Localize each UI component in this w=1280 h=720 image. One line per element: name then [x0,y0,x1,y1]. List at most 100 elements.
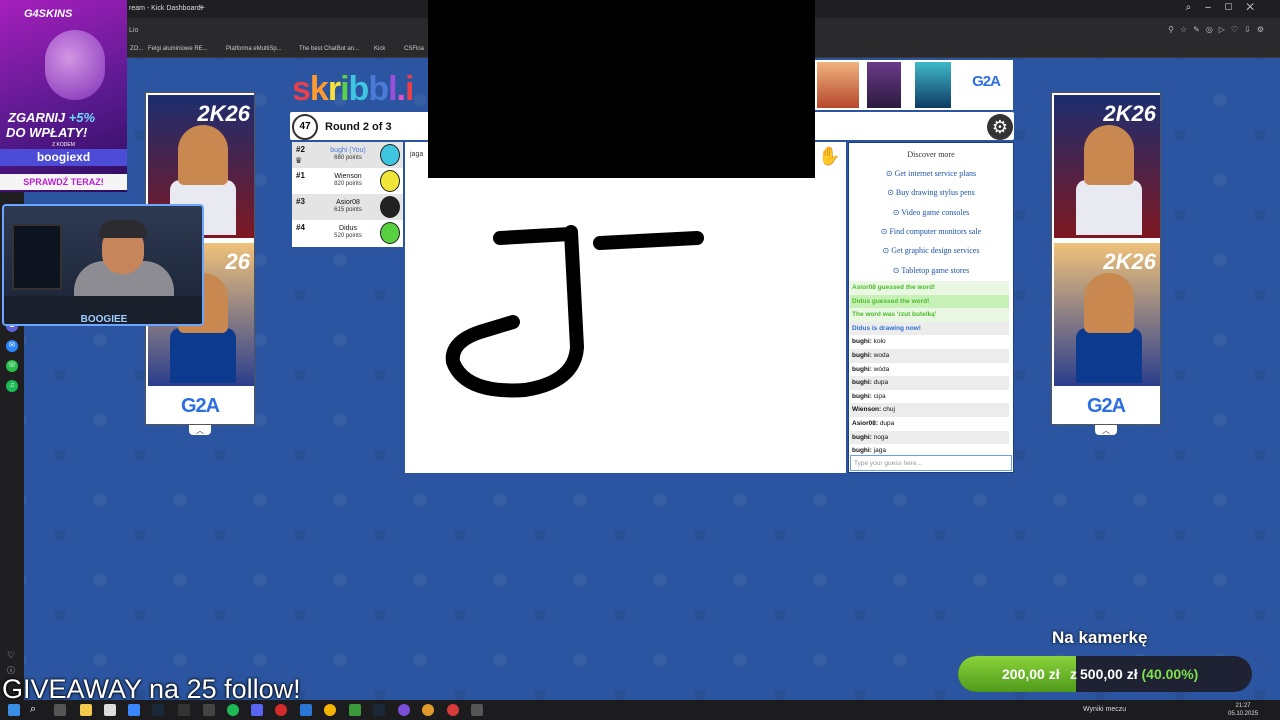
crown-icon: ♛ [295,156,303,165]
chat-message: bughi: wóda [850,363,1009,377]
bookmark-item[interactable]: Felgi aluminiowe RE... [148,46,208,52]
chat-text: koło [871,338,886,346]
chat-user: bughi: [852,433,872,441]
discord-icon[interactable] [251,704,263,716]
thumbs-down-icon[interactable]: ✋ [818,146,842,168]
bookmark-item[interactable]: ZO... [130,46,143,52]
chat-text: chuj [881,406,895,414]
promo-subheadline: DO WPŁATY! [6,125,88,140]
chat-message: bughi: dupa [850,376,1009,390]
toolbar-icons[interactable]: ⚲☆✎◎▷♡⇩⚙ [1168,25,1270,34]
spotify-icon[interactable] [227,704,239,716]
app-icon[interactable] [178,704,190,716]
clock-time: 21:27 [1235,703,1251,709]
timer-clock: 47 [292,114,318,140]
ad-image: 2K26 [1054,243,1160,386]
goal-target: 500,00 zł (40.00%) [1080,666,1198,682]
chrome-icon[interactable] [324,704,336,716]
player-row[interactable]: #2 ♛ bughi (You) 680 points [292,142,403,168]
messenger-icon[interactable]: ✉ [6,340,18,352]
new-tab-button[interactable]: + [199,3,205,14]
promo-small: Z KODEM [52,142,75,148]
chat-user: Asior08: [852,419,879,427]
discover-link[interactable]: ⊙ Video game consoles [849,208,1013,217]
player-points: 520 points [334,233,362,239]
clock-date: 05.10.2025 [1228,711,1259,717]
discover-link[interactable]: ⊙ Get internet service plans [849,169,1013,178]
round-indicator: Round 2 of 3 [325,121,392,133]
ad-title-prefix: 2K [1103,101,1132,126]
gear-icon[interactable]: ⚙ [987,114,1013,140]
app-icon[interactable] [128,704,140,716]
taskbar: ⌕ Wyniki meczu 21:27 05.10.2025 [0,700,1280,720]
top-ad-banner[interactable]: G2A [815,60,1013,110]
search-icon[interactable]: ⌕ [30,703,36,716]
chat-text: woda [871,351,890,359]
player-rank: #2 [296,145,305,154]
bookmark-item[interactable]: CSFloa [404,46,424,52]
discover-link[interactable]: ⊙ Tabletop game stores [849,266,1013,275]
chat-message: Asior08 guessed the word! [850,281,1009,295]
opera-icon[interactable] [275,704,287,716]
app-icon[interactable] [300,704,312,716]
promo-brand: G4SKINS [24,8,73,20]
ad-title: 26 [225,249,250,274]
url-text[interactable]: Lio [129,27,138,34]
weather-widget[interactable]: Wyniki meczu [1083,706,1126,713]
ad-figure [1084,273,1134,333]
ad-title: 2K26 [197,101,250,127]
app-icon[interactable] [471,704,483,716]
chat-user: bughi: [852,351,872,359]
monitor-graphic [12,224,62,290]
bookmark-item[interactable]: The best ChatBot an... [299,46,359,52]
player-row[interactable]: #3 Asior08 615 points [292,194,403,220]
drawing-canvas[interactable] [405,142,846,473]
guess-input[interactable]: Type your guess here... [850,455,1012,471]
chat-message: Wienson: chuj [850,403,1009,417]
ad-figure [1076,180,1142,235]
promo-headline: ZGARNIJ +5% [8,110,95,125]
chat-user: bughi: [852,365,872,373]
file-explorer-icon[interactable] [80,704,92,716]
streamer-name: BOOGIEE [80,314,128,325]
task-view-icon[interactable] [54,704,66,716]
player-points: 820 points [334,181,362,187]
app-icon[interactable] [398,704,410,716]
g2a-logo: G2A [180,395,220,417]
bookmark-item[interactable]: Platforma eMultiSp... [226,46,282,52]
player-row[interactable]: #4 Didus 520 points [292,220,403,246]
player-name: Wienson [334,173,362,180]
chat-text: cipa [871,392,886,400]
chat-user: bughi: [852,379,872,387]
window-controls[interactable]: ⌕–▢✕ [1186,2,1268,13]
helmet-graphic [45,30,105,100]
chat-message: bughi: koło [850,335,1009,349]
right-ad[interactable]: 2K26 2K26 G2A [1051,92,1161,425]
ad-title-prefix: 2K [197,101,226,126]
ad-figure [178,125,228,185]
steam-icon[interactable] [373,704,385,716]
discover-link[interactable]: ⊙ Buy drawing stylus pens [849,188,1013,197]
app-icon[interactable] [203,704,215,716]
chat-text: dupa [871,379,889,387]
app-icon[interactable] [422,704,434,716]
chat-message: Didus is drawing now! [850,321,1009,336]
app-icon[interactable] [447,704,459,716]
windows-start-icon[interactable] [8,704,20,716]
chevron-up-icon[interactable]: ︿ [1095,425,1117,435]
g2a-logo: G2A [1086,395,1126,417]
whatsapp-icon[interactable]: ☏ [6,360,18,372]
heart-icon[interactable]: ♡ [7,650,15,661]
notepad-icon[interactable] [104,704,116,716]
bookmark-item[interactable]: Kick [374,46,385,52]
player-row[interactable]: #1 Wienson 820 points [292,168,403,194]
discover-link[interactable]: ⊙ Find computer monitors sale [849,227,1013,236]
discover-link[interactable]: ⊙ Get graphic design services [849,246,1013,255]
steam-icon[interactable] [152,704,164,716]
browser-tab-title[interactable]: ream - Kick Dashboard [129,5,201,12]
clock[interactable]: 21:27 05.10.2025 [1228,702,1258,718]
spotify-icon[interactable]: ♫ [6,380,18,392]
chevron-up-icon[interactable]: ︿ [189,425,211,435]
skribbl-logo: skribbl.i [292,70,415,108]
app-icon[interactable] [349,704,361,716]
